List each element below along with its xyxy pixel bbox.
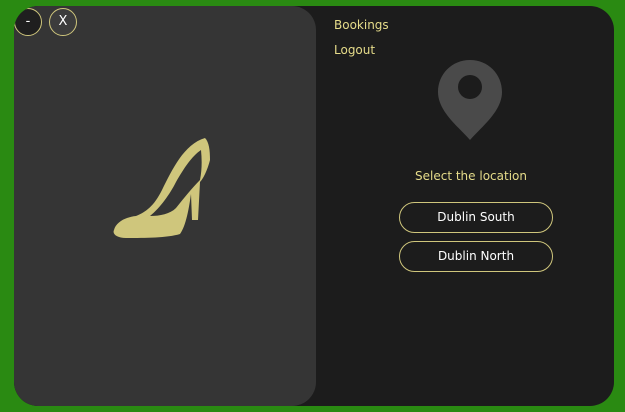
dublin-north-button[interactable]: Dublin North [399,241,553,272]
dublin-south-button[interactable]: Dublin South [399,202,553,233]
app-window: - X Bookings Logout Select the location … [14,6,614,406]
location-prompt: Select the location [415,169,527,183]
map-pin-icon [438,60,502,140]
bookings-link[interactable]: Bookings [334,18,389,32]
left-panel [14,6,316,406]
close-button[interactable]: X [49,8,77,36]
minimize-button[interactable]: - [14,8,42,36]
high-heel-shoe-icon [113,138,210,238]
logout-link[interactable]: Logout [334,43,375,57]
